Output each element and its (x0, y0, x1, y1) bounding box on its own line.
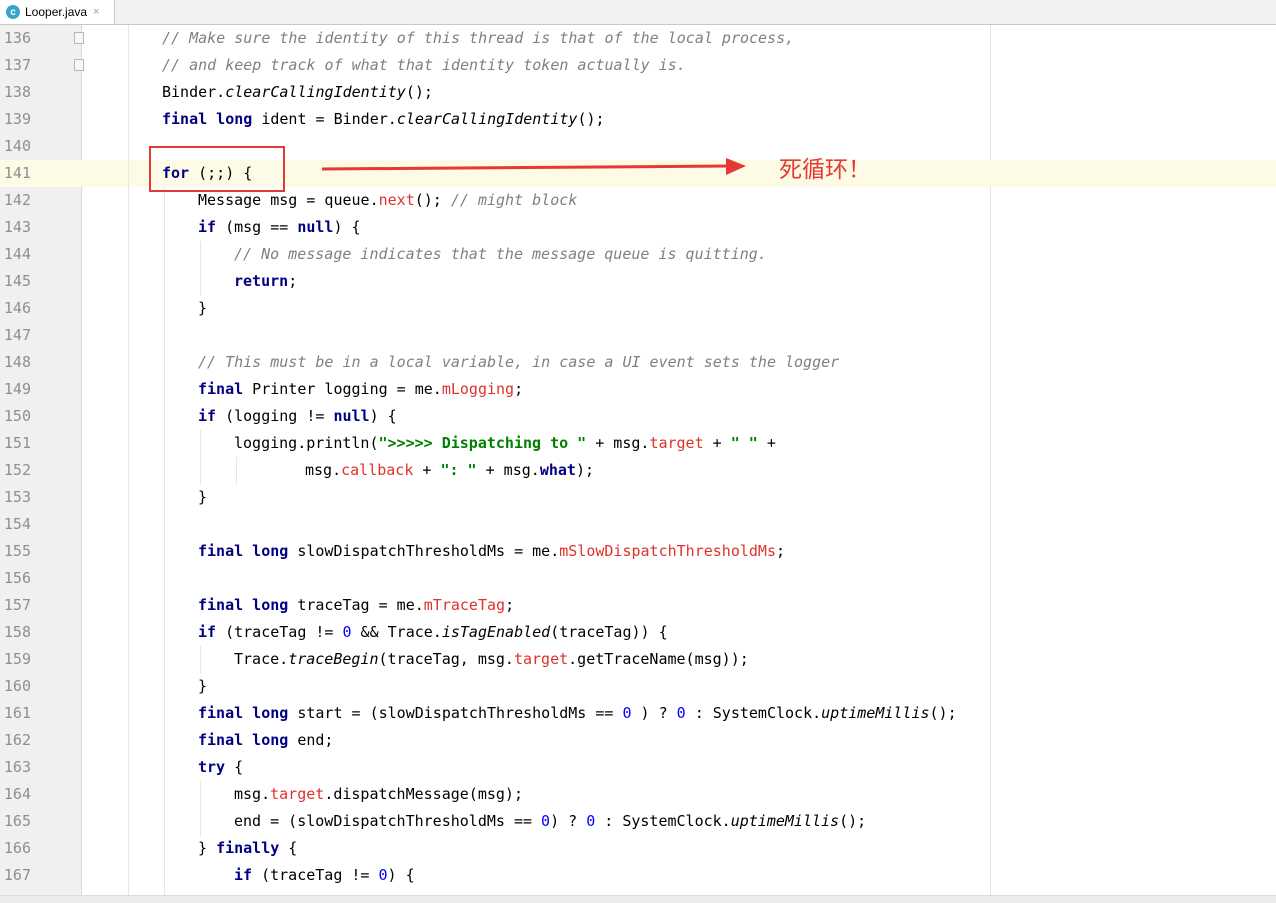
annotation-text: 死循环！ (779, 157, 871, 183)
arrow-head (726, 158, 746, 175)
arrow-annotation (321, 158, 746, 175)
arrow-shaft (321, 164, 731, 171)
